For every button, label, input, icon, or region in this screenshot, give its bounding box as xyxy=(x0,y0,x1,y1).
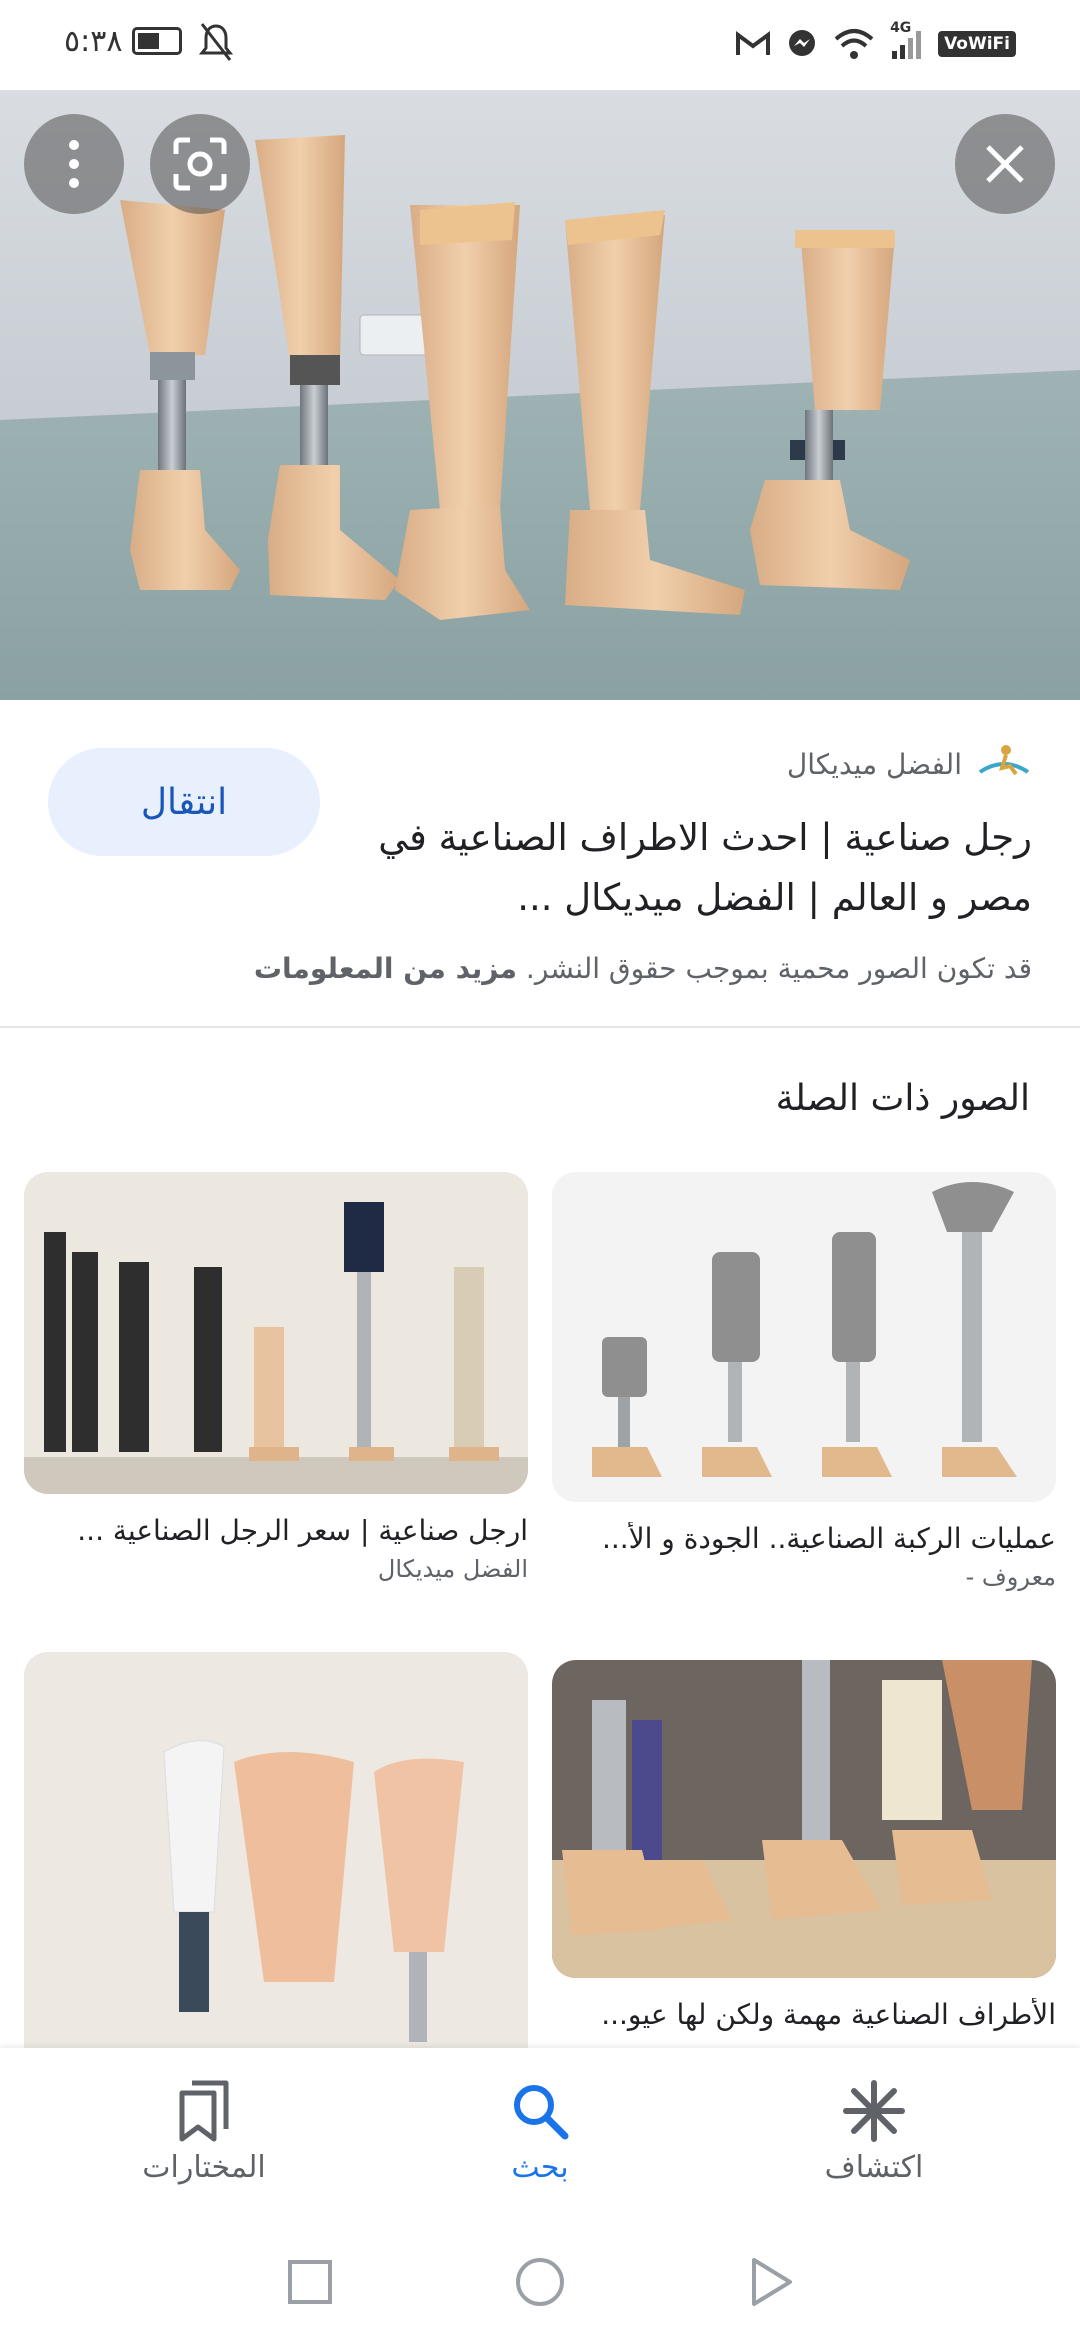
battery-icon xyxy=(132,27,182,55)
vowifi-badge: VoWiFi xyxy=(938,31,1016,57)
back-triangle-icon[interactable] xyxy=(740,2252,800,2312)
status-bar: ٥:٣٨ 4G VoWiFi xyxy=(0,0,1080,90)
related-image-caption[interactable]: ارجل صناعية | سعر الرجل الصناعية ... xyxy=(24,1514,528,1547)
related-image-thumbnail[interactable] xyxy=(552,1172,1056,1502)
related-image-card[interactable] xyxy=(24,1652,528,2072)
related-images-heading: الصور ذات الصلة xyxy=(775,1078,1030,1119)
gmail-icon xyxy=(736,26,771,62)
related-image-thumbnail[interactable] xyxy=(24,1172,528,1494)
network-type-label: 4G xyxy=(890,20,912,36)
related-image-card[interactable]: الأطراف الصناعية مهمة ولكن لها عيو... xyxy=(552,1660,1056,2031)
nav-collections-label: المختارات xyxy=(142,2150,266,2185)
nav-collections[interactable]: المختارات xyxy=(94,2076,314,2185)
divider xyxy=(0,1026,1080,1028)
nav-search-label: بحث xyxy=(511,2150,569,2185)
close-icon xyxy=(986,145,1024,183)
discover-asterisk-icon xyxy=(843,2080,905,2142)
nav-discover[interactable]: اكتشاف xyxy=(764,2076,984,2185)
mute-icon xyxy=(198,23,234,61)
related-image-source: الفضل ميديكال xyxy=(377,1555,528,1583)
messenger-icon xyxy=(786,26,818,62)
status-icons: 4G VoWiFi xyxy=(736,20,1016,62)
status-time: ٥:٣٨ xyxy=(64,24,123,59)
more-options-button[interactable] xyxy=(24,114,124,214)
search-icon xyxy=(514,2085,569,2140)
google-lens-icon xyxy=(173,137,227,191)
copyright-text: قد تكون الصور محمية بموجب حقوق النشر. xyxy=(525,952,1032,985)
google-lens-button[interactable] xyxy=(150,114,250,214)
recents-square-icon[interactable] xyxy=(280,2252,340,2312)
wifi-icon xyxy=(834,26,874,62)
system-navigation-bar xyxy=(0,2228,1080,2340)
related-image-caption[interactable]: عمليات الركبة الصناعية.. الجودة و الأ... xyxy=(552,1522,1056,1555)
visit-button[interactable]: انتقال xyxy=(48,748,320,856)
copyright-notice: قد تكون الصور محمية بموجب حقوق النشر. مز… xyxy=(32,952,1032,985)
home-circle-icon[interactable] xyxy=(510,2252,570,2312)
related-image-thumbnail[interactable] xyxy=(552,1660,1056,1978)
related-image-card[interactable]: عمليات الركبة الصناعية.. الجودة و الأ...… xyxy=(552,1172,1056,1591)
related-image-caption[interactable]: الأطراف الصناعية مهمة ولكن لها عيو... xyxy=(552,1998,1056,2031)
result-title[interactable]: رجل صناعية | احدث الاطراف الصناعية في مص… xyxy=(372,808,1032,928)
source-logo-icon xyxy=(978,745,1030,776)
signal-icon: 4G xyxy=(890,20,922,62)
nav-discover-label: اكتشاف xyxy=(824,2150,924,2185)
nav-search[interactable]: بحث xyxy=(430,2076,650,2185)
related-image-card[interactable]: ارجل صناعية | سعر الرجل الصناعية ... الف… xyxy=(24,1172,528,1583)
more-info-link[interactable]: مزيد من المعلومات xyxy=(254,952,517,985)
bottom-navigation: اكتشاف بحث المختارات xyxy=(0,2048,1080,2228)
bookmarks-icon xyxy=(179,2080,229,2142)
more-vert-icon xyxy=(69,140,79,188)
related-image-thumbnail[interactable] xyxy=(24,1652,528,2072)
related-image-source: معروف - xyxy=(965,1563,1056,1591)
close-button[interactable] xyxy=(955,114,1055,214)
source-row[interactable]: الفضل ميديكال xyxy=(787,742,1032,786)
source-name: الفضل ميديكال xyxy=(786,747,962,781)
